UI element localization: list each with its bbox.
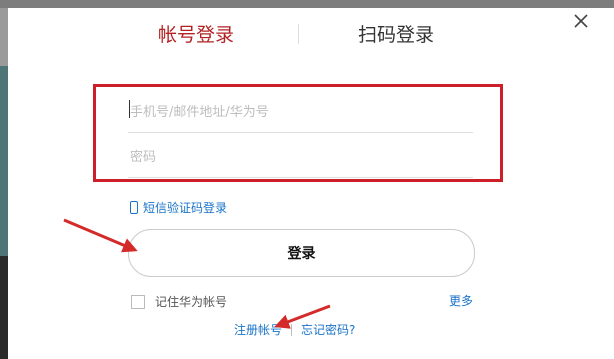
close-icon[interactable]	[572, 12, 590, 30]
register-link[interactable]: 注册帐号	[234, 321, 282, 338]
tab-qr-login[interactable]: 扫码登录	[358, 22, 434, 48]
sms-login-link[interactable]: 短信验证码登录	[130, 198, 227, 216]
login-dialog	[8, 8, 614, 359]
tab-divider	[298, 24, 299, 44]
remember-label: 记住华为帐号	[155, 295, 228, 309]
remember-account[interactable]: 记住华为帐号	[131, 293, 227, 310]
footer-separator	[291, 323, 293, 336]
close-icon-graphic	[574, 14, 588, 28]
more-link[interactable]: 更多	[449, 292, 473, 309]
backdrop-segment	[0, 66, 8, 256]
mobile-phone-icon	[130, 200, 138, 214]
annotation-highlight-box	[93, 84, 503, 182]
footer-links: 注册帐号 忘记密码?	[234, 321, 355, 338]
forgot-password-link[interactable]: 忘记密码?	[301, 321, 355, 338]
remember-checkbox[interactable]	[131, 294, 145, 309]
login-button[interactable]: 登录	[128, 229, 475, 277]
tab-account-login[interactable]: 帐号登录	[158, 22, 234, 48]
backdrop-segment	[0, 256, 8, 359]
backdrop-left	[0, 8, 8, 359]
sms-login-label: 短信验证码登录	[143, 200, 228, 215]
backdrop-top	[0, 0, 614, 8]
backdrop-segment	[0, 8, 8, 66]
